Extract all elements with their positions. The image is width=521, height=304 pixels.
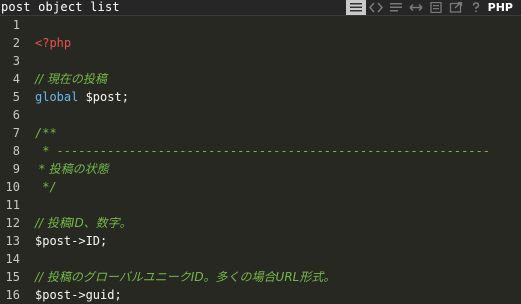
line-number: 7	[12, 126, 20, 140]
code-text: <?php	[35, 36, 72, 50]
code-text-global: global $post;	[35, 90, 129, 104]
code-comment: * --------------------------------------…	[35, 144, 491, 158]
code-comment: // 投稿ID、数字。	[35, 216, 132, 230]
line-number: 10	[5, 180, 20, 194]
code-line: 5 global $post;	[0, 88, 521, 106]
code-line: 16 $post->guid;	[0, 286, 521, 304]
code-text: $post->guid;	[35, 288, 122, 302]
code-area[interactable]: 1 2 <?php 3 4 // 現在の投稿 5 global $post; 6…	[0, 16, 521, 302]
code-line: 12 // 投稿ID、数字。	[0, 214, 521, 232]
line-number: 6	[12, 108, 20, 122]
help-icon[interactable]	[466, 0, 486, 15]
line-number: 5	[12, 90, 20, 104]
code-line: 2 <?php	[0, 34, 521, 52]
code-line: 9 * 投稿の状態	[0, 160, 521, 178]
code-line: 8 * ------------------------------------…	[0, 142, 521, 160]
code-line: 4 // 現在の投稿	[0, 70, 521, 88]
expand-icon[interactable]	[406, 0, 426, 15]
code-text: $post->ID;	[35, 234, 108, 248]
wrap-icon[interactable]	[386, 0, 406, 15]
code-comment: // 現在の投稿	[35, 72, 107, 86]
line-number: 2	[12, 36, 20, 50]
line-number: 11	[5, 198, 20, 212]
line-number: 12	[5, 216, 20, 230]
code-line: 11	[0, 196, 521, 214]
line-number: 9	[12, 162, 20, 176]
toolbar-buttons	[346, 0, 486, 15]
code-line: 3	[0, 52, 521, 70]
line-number: 4	[12, 72, 20, 86]
code-line: 14	[0, 250, 521, 268]
document-icon[interactable]	[426, 0, 446, 15]
line-number: 14	[5, 252, 20, 266]
code-comment: // 投稿のグローバルユニークID。多くの場合URL形式。	[35, 270, 336, 284]
line-number: 15	[5, 270, 20, 284]
code-line: 6	[0, 106, 521, 124]
line-number: 3	[12, 54, 20, 68]
line-number: 16	[5, 288, 20, 302]
snippet-title: post object list	[1, 0, 120, 14]
code-line: 7 /**	[0, 124, 521, 142]
code-line: 10 */	[0, 178, 521, 196]
code-line: 15 // 投稿のグローバルユニークID。多くの場合URL形式。	[0, 268, 521, 286]
language-label: PHP	[487, 1, 513, 14]
view-lines-icon[interactable]	[346, 0, 366, 15]
line-number: 8	[12, 144, 20, 158]
code-comment: * 投稿の状態	[35, 162, 109, 176]
line-number: 1	[12, 18, 20, 32]
code-line: 1	[0, 16, 521, 34]
code-line: 13 $post->ID;	[0, 232, 521, 250]
line-number: 13	[5, 234, 20, 248]
code-comment: */	[35, 180, 57, 194]
external-link-icon[interactable]	[446, 0, 466, 15]
code-header-bar: post object list PHP	[0, 0, 521, 16]
code-comment: /**	[35, 126, 57, 140]
code-icon[interactable]	[366, 0, 386, 15]
